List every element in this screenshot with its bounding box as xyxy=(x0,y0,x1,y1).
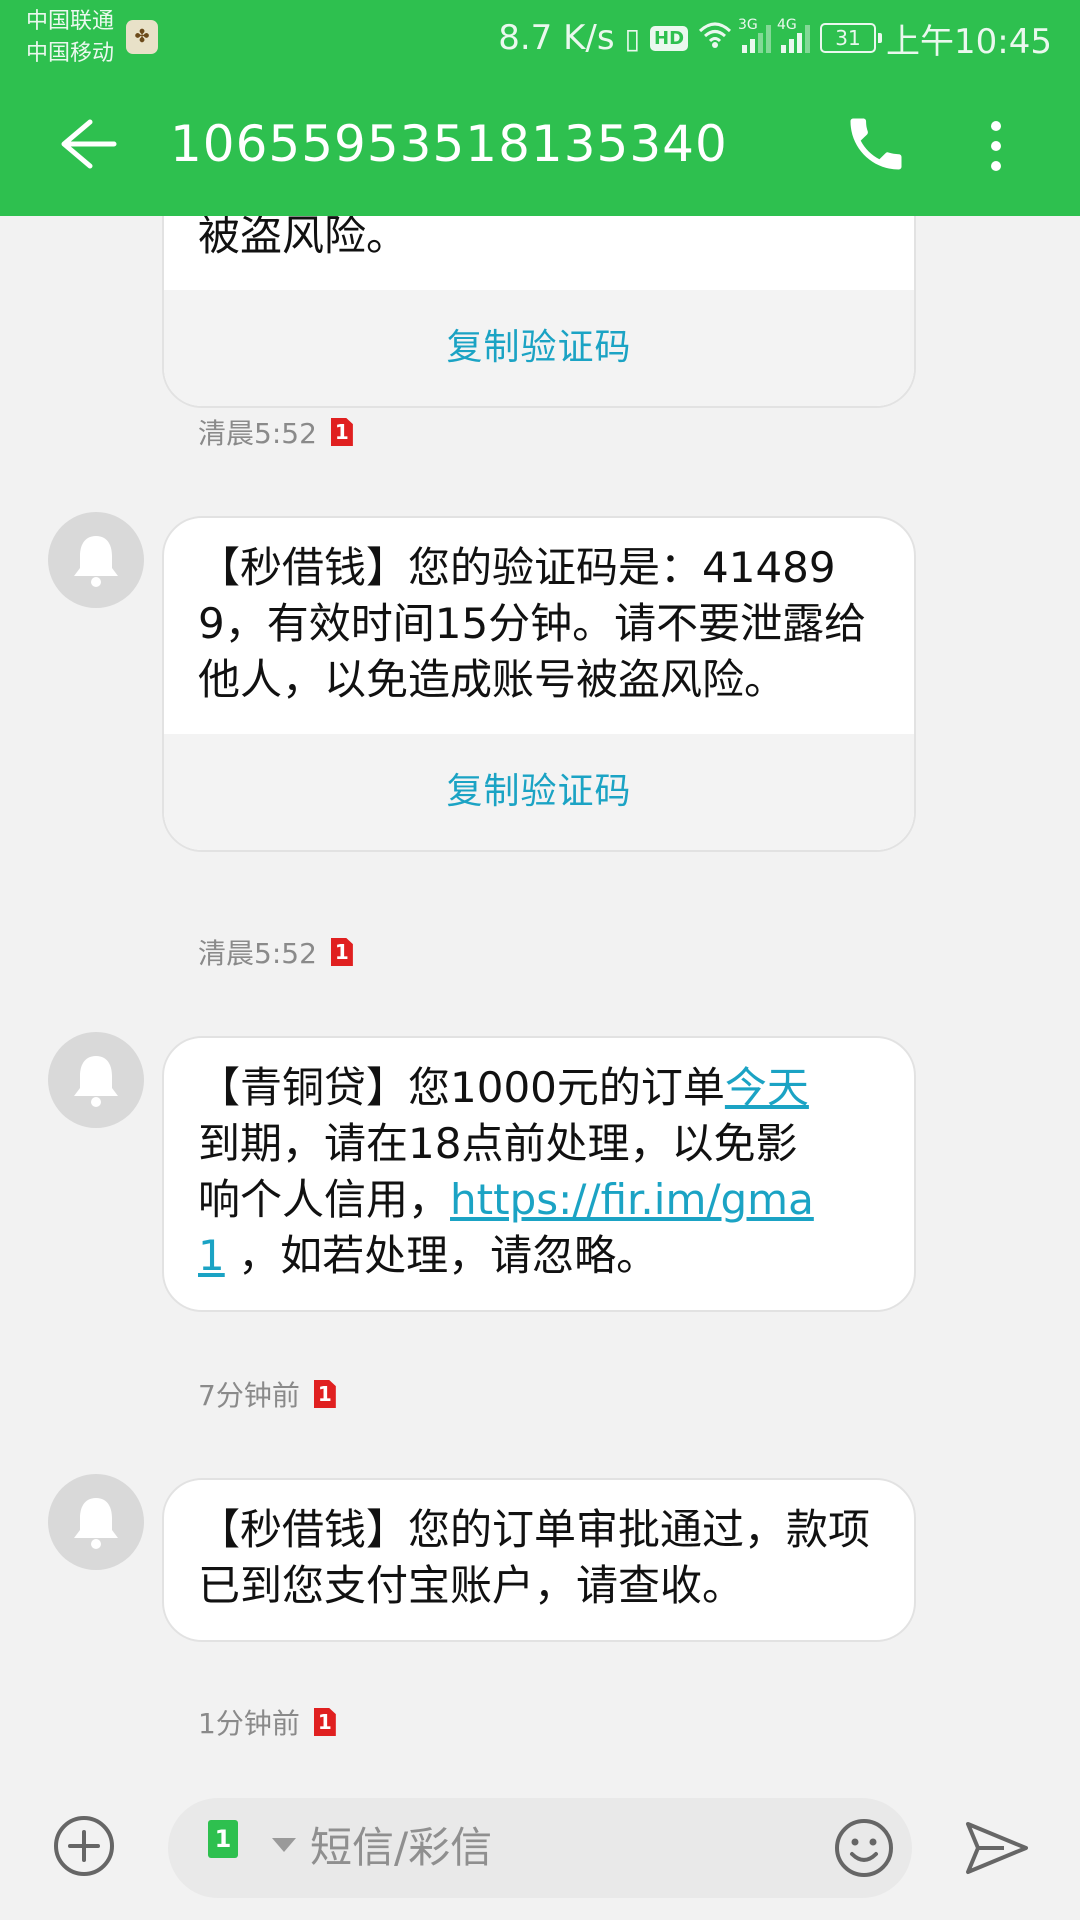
bell-icon xyxy=(74,536,118,587)
input-placeholder: 短信/彩信 xyxy=(310,1823,493,1872)
sender-avatar xyxy=(48,1032,144,1128)
add-circle-icon[interactable] xyxy=(52,1814,116,1878)
message-time: 7分钟前 xyxy=(198,1379,300,1412)
send-icon[interactable] xyxy=(964,1818,1030,1878)
sim-card-icon: 1 xyxy=(313,1380,336,1408)
message-meta: 7分钟前 1 xyxy=(198,1374,336,1414)
vibrate-icon: ▯ xyxy=(624,21,640,55)
copy-code-button[interactable]: 复制验证码 xyxy=(164,734,914,850)
copy-code-button[interactable]: 复制验证码 xyxy=(164,290,914,406)
message-bubble[interactable]: 【秒借钱】您的订单审批通过，款项已到您支付宝账户，请查收。 xyxy=(162,1478,916,1642)
message-time: 1分钟前 xyxy=(198,1707,300,1740)
message-text: 【青铜贷】您1000元的订单今天到期，请在18点前处理，以免影响个人信用，htt… xyxy=(164,1038,914,1310)
smiley-icon[interactable] xyxy=(832,1816,896,1880)
bell-icon xyxy=(74,1056,118,1107)
message-input[interactable]: 1 2 短信/彩信 xyxy=(168,1798,912,1898)
message-time: 清晨5:52 xyxy=(198,937,317,970)
top-bar: 中国联通 中国移动 ✤ 8.7 K/s ▯ HD 3G 4G 31 上午10:4… xyxy=(0,0,1080,216)
sim-card-icon: 1 xyxy=(330,938,353,966)
message-bubble[interactable]: 被盗风险。 复制验证码 xyxy=(162,216,916,408)
sim-switch-button[interactable]: 1 2 xyxy=(208,1820,264,1876)
message-meta: 清晨5:52 1 xyxy=(198,412,353,452)
back-arrow-icon[interactable] xyxy=(54,112,118,176)
carrier-1: 中国联通 xyxy=(26,9,115,34)
phone-icon[interactable] xyxy=(842,110,910,178)
status-indicators: 8.7 K/s ▯ HD 3G 4G 31 上午10:45 xyxy=(498,14,1052,62)
sim-card-icon: 1 xyxy=(330,418,353,446)
carrier-labels: 中国联通 中国移动 xyxy=(26,6,114,70)
signal-4g-icon: 4G xyxy=(777,17,811,53)
app-bar: 10655953518135340 xyxy=(0,96,1080,196)
dropdown-caret-icon[interactable] xyxy=(272,1838,296,1852)
message-meta: 1分钟前 1 xyxy=(198,1702,336,1742)
message-text-part: ，如若处理，请忽略。 xyxy=(224,1231,659,1280)
carrier-2: 中国移动 xyxy=(26,41,115,66)
sim-card-icon: 1 xyxy=(313,1708,336,1736)
status-bar: 中国联通 中国移动 ✤ 8.7 K/s ▯ HD 3G 4G 31 上午10:4… xyxy=(0,0,1080,80)
message-composer: 1 2 短信/彩信 xyxy=(0,1776,1080,1920)
message-text: 被盗风险。 xyxy=(198,216,409,260)
bell-icon xyxy=(74,1498,118,1549)
wifi-icon xyxy=(698,21,732,56)
net-type-1: 3G xyxy=(738,17,758,33)
clock: 上午10:45 xyxy=(886,21,1052,62)
signal-3g-icon: 3G xyxy=(738,17,772,53)
message-bubble[interactable]: 【秒借钱】您的验证码是：414899，有效时间15分钟。请不要泄露给他人，以免造… xyxy=(162,516,916,852)
net-speed: 8.7 K/s xyxy=(498,18,615,58)
net-type-2: 4G xyxy=(777,17,797,33)
battery-icon: 31 xyxy=(820,23,883,53)
pinwheel-icon: ✤ xyxy=(126,20,158,54)
sim1-icon: 1 xyxy=(208,1820,238,1858)
more-vert-icon[interactable] xyxy=(978,114,1014,178)
message-text-part: 【青铜贷】您1000元的订单 xyxy=(198,1063,725,1112)
message-text: 【秒借钱】您的订单审批通过，款项已到您支付宝账户，请查收。 xyxy=(198,1505,871,1610)
sender-avatar xyxy=(48,512,144,608)
message-meta: 清晨5:52 1 xyxy=(198,932,353,972)
message-time: 清晨5:52 xyxy=(198,417,317,450)
sender-number: 10655953518135340 xyxy=(170,115,728,173)
message-thread[interactable]: 被盗风险。 复制验证码 清晨5:52 1 【秒借钱】您的验证码是：414899，… xyxy=(0,216,1080,1766)
date-link[interactable]: 今天 xyxy=(725,1063,809,1112)
message-text: 【秒借钱】您的验证码是：414899，有效时间15分钟。请不要泄露给他人，以免造… xyxy=(198,543,867,704)
sender-avatar xyxy=(48,1474,144,1570)
message-bubble[interactable]: 【青铜贷】您1000元的订单今天到期，请在18点前处理，以免影响个人信用，htt… xyxy=(162,1036,916,1312)
hd-badge: HD xyxy=(650,25,689,51)
